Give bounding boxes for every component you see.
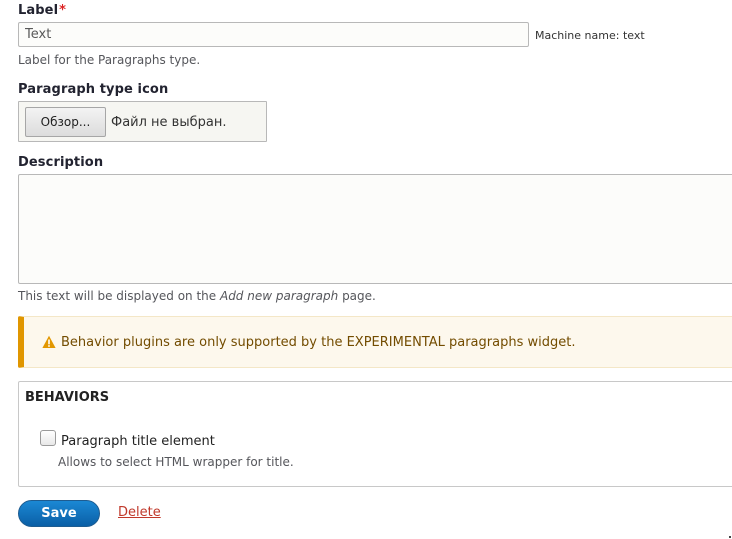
file-upload-widget[interactable]: Обзор... Файл не выбран. <box>18 101 267 142</box>
paragraph-title-description: Allows to select HTML wrapper for title. <box>58 455 294 469</box>
paragraph-title-label[interactable]: Paragraph title element <box>61 434 215 449</box>
stray-dot <box>729 536 731 538</box>
description-help-prefix: This text will be displayed on the <box>18 289 220 303</box>
paragraph-type-form: Label* Machine name: text Label for the … <box>0 0 732 539</box>
behaviors-fieldset: BEHAVIORS Paragraph title element Allows… <box>18 381 732 487</box>
description-field-label: Description <box>18 155 104 170</box>
icon-field-label: Paragraph type icon <box>18 82 169 97</box>
warning-text: Behavior plugins are only supported by t… <box>61 335 576 350</box>
description-help-suffix: page. <box>338 289 376 303</box>
paragraph-title-checkbox[interactable] <box>40 430 56 446</box>
warning-triangle-icon <box>42 335 56 348</box>
description-help: This text will be displayed on the Add n… <box>18 289 376 303</box>
label-description: Label for the Paragraphs type. <box>18 53 201 67</box>
warning-message: Behavior plugins are only supported by t… <box>18 316 732 368</box>
label-field-label: Label* <box>18 3 66 18</box>
save-button[interactable]: Save <box>18 500 100 527</box>
delete-link[interactable]: Delete <box>118 505 161 520</box>
required-marker: * <box>59 3 67 18</box>
behaviors-legend: BEHAVIORS <box>25 390 110 405</box>
label-input[interactable] <box>18 22 529 47</box>
label-text: Label <box>18 3 59 18</box>
description-help-emphasis: Add new paragraph <box>219 289 339 303</box>
browse-button[interactable]: Обзор... <box>25 107 106 137</box>
file-status: Файл не выбран. <box>111 115 227 130</box>
machine-name: Machine name: text <box>535 29 645 42</box>
description-textarea[interactable] <box>18 174 732 284</box>
